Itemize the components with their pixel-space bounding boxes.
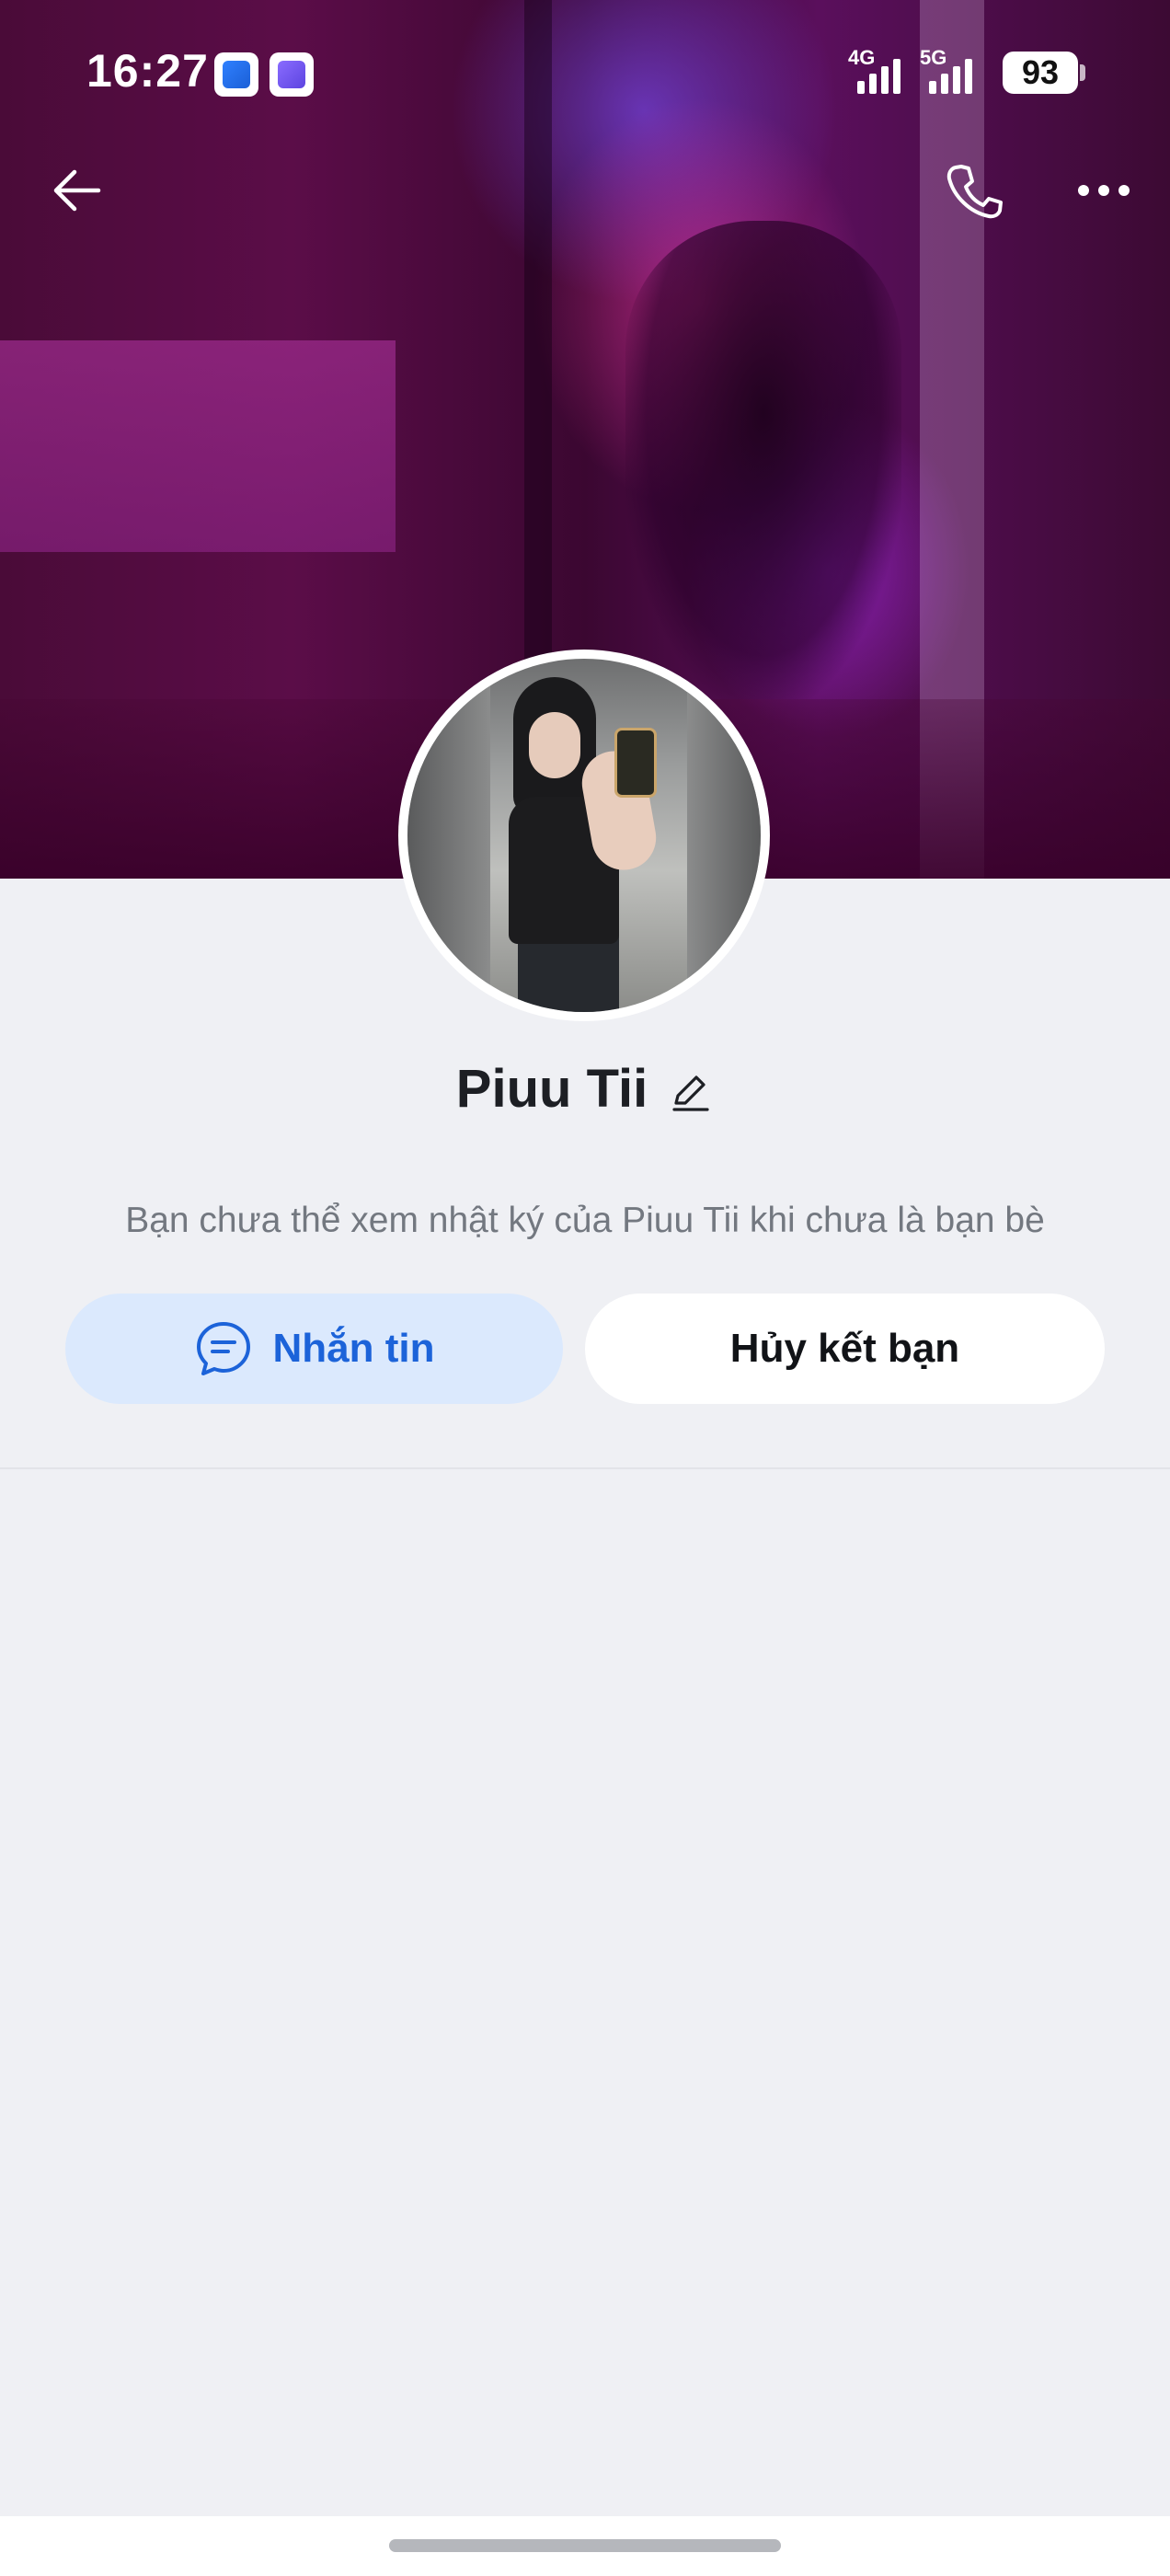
avatar-photo bbox=[407, 659, 761, 1012]
notification-app-icon bbox=[270, 52, 314, 97]
avatar[interactable] bbox=[398, 650, 770, 1021]
signal-4g-icon: 4G bbox=[848, 46, 900, 94]
back-button[interactable] bbox=[35, 149, 118, 232]
message-button-label: Nhắn tin bbox=[272, 1326, 435, 1371]
arrow-left-icon bbox=[53, 169, 101, 212]
chat-bubble-icon bbox=[196, 1322, 250, 1375]
status-time: 16:27 bbox=[86, 45, 209, 97]
home-indicator[interactable] bbox=[389, 2539, 781, 2552]
signal-5g-icon: 5G bbox=[920, 46, 972, 94]
battery-tip bbox=[1080, 64, 1085, 81]
profile-name: Piuu Tii bbox=[455, 1059, 648, 1119]
pencil-icon[interactable] bbox=[668, 1069, 714, 1115]
more-horizontal-icon bbox=[1078, 185, 1130, 196]
call-button[interactable] bbox=[933, 149, 1015, 232]
section-divider bbox=[0, 1467, 1170, 1469]
message-button[interactable]: Nhắn tin bbox=[65, 1294, 563, 1404]
unfriend-button-label: Hủy kết bạn bbox=[729, 1326, 960, 1371]
phone-icon bbox=[946, 165, 1003, 219]
profile-name-row: Piuu Tii bbox=[0, 1058, 1170, 1120]
notification-app-icon bbox=[214, 52, 258, 97]
battery-indicator: 93 bbox=[1003, 52, 1078, 94]
privacy-notice: Bạn chưa thể xem nhật ký của Piuu Tii kh… bbox=[125, 1201, 1045, 1240]
status-bar: 16:27 4G 5G 93 bbox=[0, 0, 1170, 147]
unfriend-button[interactable]: Hủy kết bạn bbox=[585, 1294, 1105, 1404]
more-options-button[interactable] bbox=[1062, 149, 1145, 232]
